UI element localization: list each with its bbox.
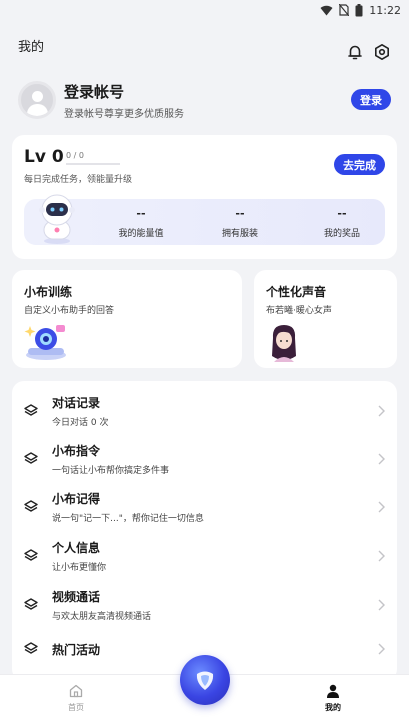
stat-outfits-value: -- <box>235 207 245 220</box>
stat-outfits[interactable]: -- 拥有服装 <box>200 207 280 239</box>
nav-mine-label: 我的 <box>325 703 341 712</box>
voice-avatar-icon <box>272 325 296 362</box>
level-progress-text: 0 / 0 <box>66 151 84 160</box>
training-subtitle: 自定义小布助手的回答 <box>24 306 115 316</box>
nav-home-label: 首页 <box>68 703 84 712</box>
status-time: 11:22 <box>369 3 401 17</box>
bell-icon[interactable] <box>346 43 364 61</box>
chevron-right-icon <box>378 405 385 417</box>
login-button[interactable]: 登录 <box>351 89 391 110</box>
stat-energy[interactable]: -- 我的能量值 <box>101 207 181 239</box>
menu-item-title: 个人信息 <box>52 541 101 555</box>
menu-item-subtitle: 让小布更懂你 <box>52 563 107 573</box>
menu-item-subtitle: 与欢太朋友高清视频通话 <box>52 612 152 622</box>
stat-prizes-label: 我的奖品 <box>323 229 360 239</box>
stat-prizes-value: -- <box>337 207 347 220</box>
training-illustration-icon <box>24 325 66 360</box>
layers-icon <box>24 598 38 610</box>
menu-item-personal-info[interactable]: 个人信息 让小布更懂你 <box>12 532 397 580</box>
menu-item-commands[interactable]: 小布指令 一句话让小布帮你搞定多件事 <box>12 435 397 483</box>
menu-item-title: 热门活动 <box>52 642 101 657</box>
layers-icon <box>24 549 38 561</box>
voice-card[interactable]: 个性化声音 布若曦·暖心女声 <box>254 270 397 368</box>
menu-item-subtitle: 说一句"记一下..."，帮你记住一切信息 <box>52 514 204 524</box>
login-row[interactable]: 登录帐号 登录帐号尊享更多优质服务 登录 <box>18 78 391 122</box>
layers-icon <box>24 452 38 464</box>
assistant-button[interactable] <box>180 655 230 705</box>
menu-item-memory[interactable]: 小布记得 说一句"记一下..."，帮你记住一切信息 <box>12 483 397 531</box>
assistant-logo-icon <box>196 671 214 690</box>
no-sim-icon <box>339 4 350 16</box>
stat-prizes[interactable]: -- 我的奖品 <box>302 207 382 239</box>
settings-icon[interactable] <box>373 43 391 61</box>
complete-tasks-button[interactable]: 去完成 <box>334 154 385 175</box>
battery-icon <box>355 3 363 17</box>
voice-subtitle: 布若曦·暖心女声 <box>266 306 332 316</box>
stat-energy-value: -- <box>136 207 146 220</box>
login-text: 登录帐号 登录帐号尊享更多优质服务 <box>64 81 184 120</box>
menu-item-video-call[interactable]: 视频通话 与欢太朋友高清视频通话 <box>12 581 397 629</box>
level-progress-bar <box>66 163 120 165</box>
chevron-right-icon <box>378 550 385 562</box>
stat-energy-label: 我的能量值 <box>118 229 164 239</box>
menu-item-title: 小布记得 <box>52 492 101 506</box>
training-title: 小布训练 <box>24 285 73 299</box>
voice-title: 个性化声音 <box>266 285 327 299</box>
menu-item-title: 视频通话 <box>52 590 101 604</box>
status-bar: 11:22 <box>0 0 409 20</box>
nav-mine[interactable]: 我的 <box>303 683 363 713</box>
layers-icon <box>24 642 38 654</box>
menu-item-conversation-history[interactable]: 对话记录 今日对话 0 次 <box>12 387 397 435</box>
chevron-right-icon <box>378 501 385 513</box>
stat-outfits-label: 拥有服装 <box>221 229 258 239</box>
avatar[interactable] <box>18 81 56 119</box>
menu-item-title: 小布指令 <box>52 444 101 458</box>
person-icon <box>327 684 339 698</box>
level-label: Lv 0 <box>24 147 64 167</box>
login-title: 登录帐号 <box>64 82 125 101</box>
menu-item-title: 对话记录 <box>52 396 101 410</box>
chevron-right-icon <box>378 643 385 655</box>
wifi-icon <box>320 5 333 16</box>
chevron-right-icon <box>378 453 385 465</box>
login-subtitle: 登录帐号尊享更多优质服务 <box>64 108 184 120</box>
nav-home[interactable]: 首页 <box>46 683 106 713</box>
training-card[interactable]: 小布训练 自定义小布助手的回答 <box>12 270 242 368</box>
layers-icon <box>24 404 38 416</box>
menu-item-subtitle: 今日对话 0 次 <box>52 418 109 428</box>
level-description: 每日完成任务，领能量升级 <box>24 175 133 185</box>
chevron-right-icon <box>378 599 385 611</box>
robot-mascot-icon <box>39 194 75 244</box>
home-icon <box>69 684 83 698</box>
menu-card: 对话记录 今日对话 0 次 小布指令 一句话让小布帮你搞定多件事 小布记得 说一… <box>12 381 397 681</box>
page-title: 我的 <box>18 40 45 55</box>
stats-band: -- 我的能量值 -- 拥有服装 -- 我的奖品 <box>24 194 385 245</box>
level-card: Lv 0 0 / 0 每日完成任务，领能量升级 去完成 -- 我的能量值 -- … <box>12 135 397 259</box>
layers-icon <box>24 500 38 512</box>
menu-item-subtitle: 一句话让小布帮你搞定多件事 <box>52 466 170 476</box>
